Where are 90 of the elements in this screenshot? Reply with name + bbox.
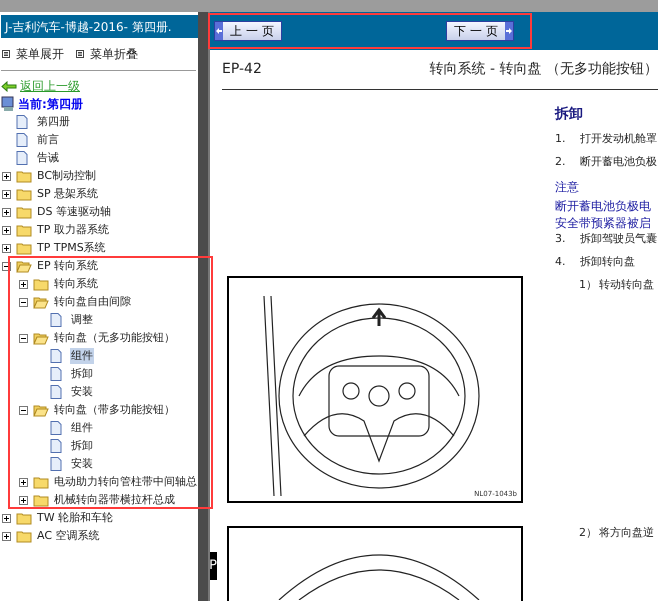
tree-item[interactable]: 电动助力转向管柱带中间轴总 [53, 474, 198, 490]
menu-button[interactable]: 菜单折叠 [76, 45, 138, 63]
note-text: 断开蓄电池负极电 [555, 198, 652, 214]
step-number: 2. [555, 154, 566, 170]
step-text: 转动转向盘 [599, 277, 654, 293]
document-icon [50, 367, 62, 381]
current-location: 当前:第四册 [18, 96, 83, 113]
open-folder-icon [33, 332, 49, 344]
folder-icon [33, 494, 49, 506]
note-heading: 注意 [555, 179, 580, 196]
document-icon [16, 151, 28, 165]
document-icon [50, 439, 62, 453]
expand-icon[interactable] [19, 280, 28, 288]
tree-item[interactable]: 拆卸 [70, 438, 94, 454]
open-folder-icon [16, 260, 32, 272]
tree-item[interactable]: SP 悬架系统 [36, 186, 100, 202]
tree-item[interactable]: 机械转向器带横拉杆总成 [53, 492, 176, 508]
tree-item[interactable]: 拆卸 [70, 366, 94, 382]
page-title: 转向系统 - 转向盘 （无多功能按钮） [430, 60, 658, 79]
next-page-button[interactable]: 下 一 页 [446, 21, 514, 41]
folder-icon [33, 476, 49, 488]
tree-item[interactable]: 转向盘自由间隙 [53, 294, 132, 310]
section-heading: 拆卸 [555, 105, 584, 124]
open-folder-icon [33, 404, 49, 416]
left-arrow-icon [1, 80, 17, 92]
step-number: 2） [579, 525, 598, 541]
step-number: 4. [555, 254, 566, 270]
collapse-icon[interactable] [19, 298, 28, 306]
computer-icon [1, 96, 15, 112]
folder-icon [16, 170, 32, 182]
folder-icon [16, 206, 32, 218]
folder-icon [16, 224, 32, 236]
panel-title: J-吉利汽车-博越-2016- 第四册. [1, 15, 198, 38]
expand-icon[interactable] [2, 190, 11, 198]
expand-icon[interactable] [19, 478, 28, 486]
tree-item[interactable]: 安装 [70, 384, 94, 400]
tree-item[interactable]: 告诫 [36, 150, 60, 166]
previous-page-button[interactable]: 上 一 页 [214, 21, 282, 41]
tree-item[interactable]: 转向盘（带多功能按钮） [53, 402, 176, 418]
open-folder-icon [33, 296, 49, 308]
list-icon [76, 50, 84, 58]
document-icon [16, 133, 28, 147]
expand-icon[interactable] [2, 514, 11, 522]
document-icon [50, 457, 62, 471]
step-text: 断开蓄电池负极 [580, 154, 657, 170]
step-text: 将方向盘逆 [599, 525, 654, 541]
step-text: 拆卸驾驶员气囊 [580, 231, 657, 247]
tree-item[interactable]: TP 取力器系统 [36, 222, 110, 238]
tree-item[interactable]: DS 等速驱动轴 [36, 204, 112, 220]
expand-icon[interactable] [2, 532, 11, 540]
tree-item[interactable]: 第四册 [36, 114, 71, 130]
expand-icon[interactable] [2, 208, 11, 216]
tree-item[interactable]: 前言 [36, 132, 60, 148]
document-icon [16, 115, 28, 129]
expand-icon[interactable] [2, 172, 11, 180]
tree-item[interactable]: 转向系统 [53, 276, 99, 292]
folder-icon [16, 242, 32, 254]
note-text: 安全带预紧器被启 [555, 215, 652, 231]
menu-button[interactable]: 菜单展开 [2, 45, 64, 63]
tree-item[interactable]: 组件 [70, 420, 94, 436]
collapse-icon[interactable] [19, 406, 28, 414]
back-link[interactable]: 返回上一级 [1, 77, 198, 95]
collapse-icon[interactable] [19, 334, 28, 342]
document-icon [50, 313, 62, 327]
folder-icon [16, 512, 32, 524]
tree-item[interactable]: 调整 [70, 312, 94, 328]
tree-item[interactable]: 安装 [70, 456, 94, 472]
tree-item[interactable]: EP 转向系统 [36, 258, 100, 274]
tree-item[interactable]: TW 轮胎和车轮 [36, 510, 114, 526]
tree-item[interactable]: BC制动控制 [36, 168, 98, 184]
expand-icon[interactable] [19, 496, 28, 504]
tree-item[interactable]: 转向盘（无多功能按钮） [53, 330, 176, 346]
expand-icon[interactable] [2, 244, 11, 252]
step-number: 1） [579, 277, 598, 293]
page-code: EP-42 [222, 60, 262, 79]
scrollbar[interactable] [198, 12, 208, 601]
step-number: 1. [555, 131, 566, 147]
step-number: 3. [555, 231, 566, 247]
tree-item[interactable]: 组件 [70, 348, 94, 364]
folder-icon [16, 530, 32, 542]
folder-icon [16, 188, 32, 200]
folder-icon [33, 278, 49, 290]
tree-item[interactable]: AC 空调系统 [36, 528, 101, 544]
document-icon [50, 349, 62, 363]
tree-item[interactable]: TP TPMS系统 [36, 240, 107, 256]
document-icon [50, 385, 62, 399]
step-text: 打开发动机舱罩 [580, 131, 657, 147]
step-text: 拆卸转向盘 [580, 254, 635, 270]
document-icon [50, 421, 62, 435]
expand-icon[interactable] [2, 226, 11, 234]
